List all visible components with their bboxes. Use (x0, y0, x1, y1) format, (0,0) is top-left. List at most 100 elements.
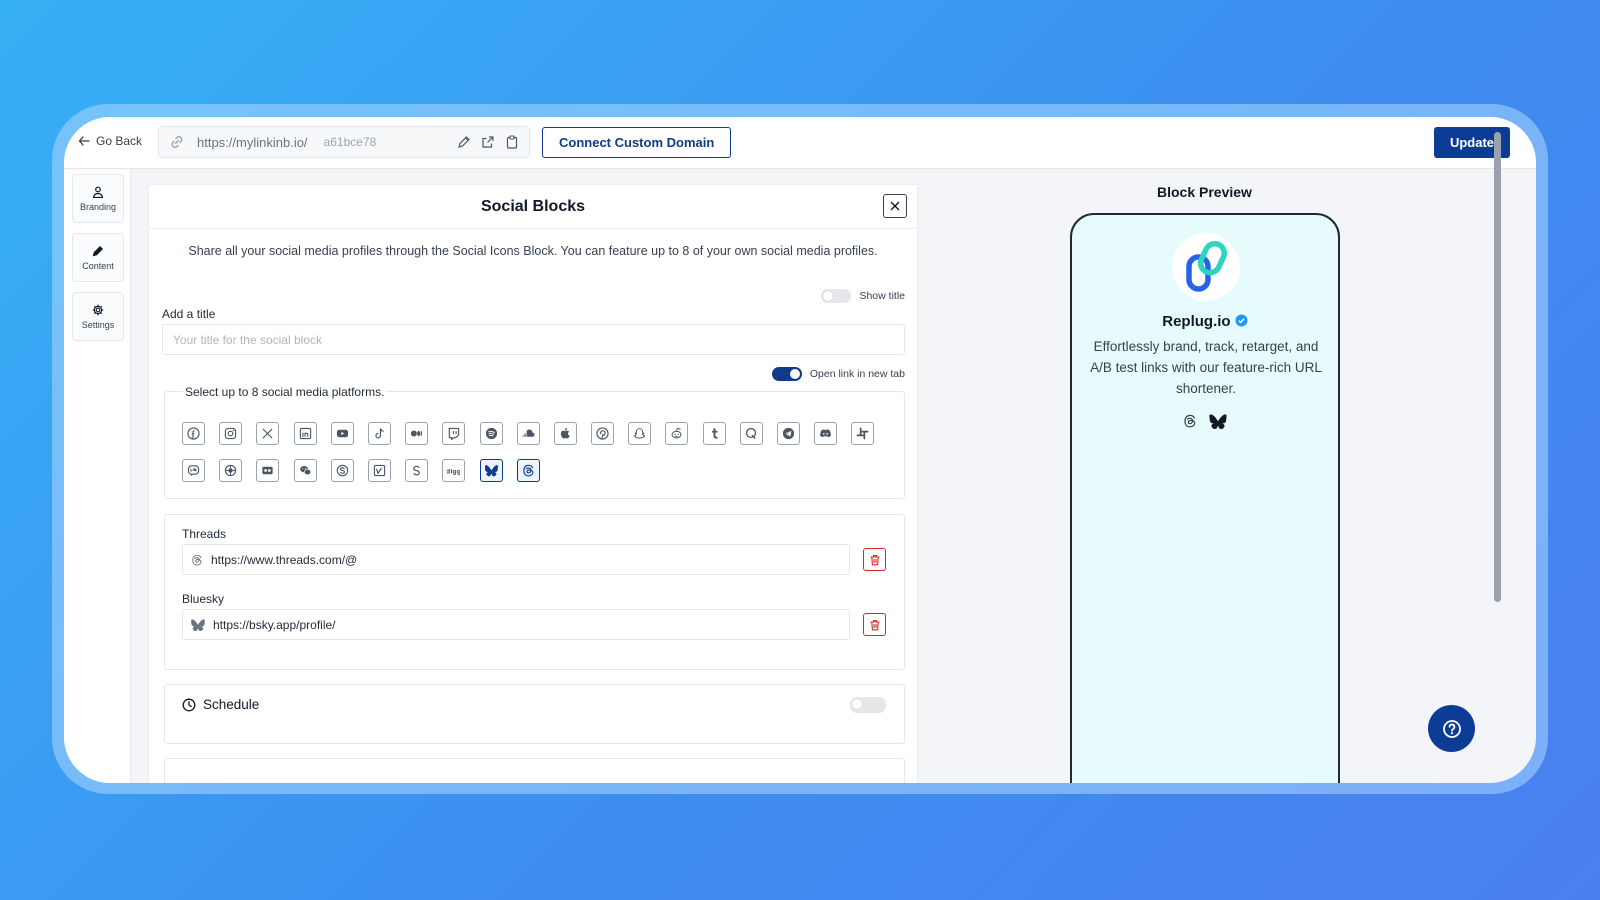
bluesky-url-input[interactable] (213, 617, 849, 632)
platform-threads[interactable] (516, 459, 540, 482)
delete-threads-button[interactable] (863, 548, 886, 571)
platform-skype[interactable] (330, 459, 354, 482)
platform-x[interactable] (256, 422, 280, 445)
platform-digg[interactable]: digg (442, 459, 466, 482)
top-bar: Go Back https://mylinkinb.io/ a61bce78 C… (64, 117, 1536, 169)
quora-icon (745, 427, 756, 440)
line-icon (187, 465, 200, 476)
platform-linkedin[interactable] (293, 422, 317, 445)
threads-url-input[interactable] (211, 552, 849, 567)
close-button[interactable] (883, 194, 907, 218)
platform-skype-s[interactable] (405, 459, 429, 482)
link-label-threads: Threads (182, 527, 227, 541)
threads-icon (192, 554, 202, 565)
platform-telegram[interactable] (777, 422, 800, 445)
platform-slack[interactable] (851, 422, 875, 445)
rail-item-settings[interactable]: Settings (72, 292, 124, 341)
platform-snapchat[interactable] (628, 422, 652, 445)
rail-item-branding[interactable]: Branding (72, 174, 124, 223)
rail-item-content[interactable]: Content (72, 233, 124, 282)
vimeo-icon (373, 464, 386, 477)
platform-reddit[interactable] (665, 422, 689, 445)
platform-twitch[interactable] (442, 422, 466, 445)
bluesky-icon (191, 618, 205, 631)
wechat-moments-icon (225, 464, 237, 477)
platform-flickr[interactable] (256, 459, 280, 482)
platform-icon-grid: digg (182, 422, 875, 482)
pinterest-icon (596, 427, 609, 440)
brand-name-row: Replug.io (1072, 313, 1338, 330)
show-title-toggle[interactable] (821, 289, 852, 303)
spotify-icon (485, 427, 497, 440)
platform-medium[interactable] (405, 422, 429, 445)
brand-name: Replug.io (1162, 313, 1231, 330)
clipboard-icon[interactable] (505, 135, 519, 149)
trash-icon (870, 619, 879, 630)
brand-logo (1172, 233, 1240, 301)
gear-icon (92, 304, 104, 315)
snapchat-icon (633, 428, 646, 439)
next-section (164, 758, 905, 783)
social-blocks-panel: Social Blocks Share all your social medi… (148, 184, 918, 783)
connect-custom-domain-button[interactable]: Connect Custom Domain (542, 127, 732, 158)
show-title-label: Show title (859, 290, 905, 302)
threads-icon[interactable] (1183, 414, 1197, 428)
platform-wechat[interactable] (293, 459, 317, 482)
title-input[interactable] (162, 324, 905, 355)
platform-pinterest[interactable] (591, 422, 615, 445)
youtube-icon (336, 429, 348, 438)
telegram-icon (782, 427, 795, 440)
platform-discord[interactable] (814, 422, 838, 445)
edit-icon[interactable] (457, 135, 471, 149)
platform-tumblr[interactable] (702, 422, 726, 445)
platform-bluesky[interactable] (479, 459, 503, 482)
platform-apple[interactable] (553, 422, 577, 445)
help-button[interactable] (1428, 705, 1475, 752)
delete-bluesky-button[interactable] (863, 613, 886, 636)
threads-url-field[interactable] (182, 544, 850, 575)
schedule-header: Schedule (182, 697, 259, 712)
tiktok-icon (375, 428, 384, 439)
app-window: Go Back https://mylinkinb.io/ a61bce78 C… (64, 117, 1536, 783)
medium-icon (411, 430, 423, 437)
url-box: https://mylinkinb.io/ a61bce78 (158, 126, 530, 158)
platform-instagram[interactable] (219, 422, 243, 445)
skype-icon (336, 464, 349, 477)
phone-preview: Replug.io Effortlessly brand, track, ret… (1070, 213, 1340, 783)
instagram-icon (225, 427, 237, 440)
open-new-tab-label: Open link in new tab (809, 368, 905, 380)
platform-tiktok[interactable] (367, 422, 391, 445)
platform-wechat-moments[interactable] (219, 459, 243, 482)
brand-description: Effortlessly brand, track, retarget, and… (1090, 339, 1322, 396)
panel-title: Social Blocks (480, 197, 586, 215)
tumblr-icon (711, 428, 718, 439)
platform-soundcloud[interactable] (516, 422, 540, 445)
platform-facebook[interactable] (182, 422, 205, 445)
digg-icon: digg (447, 468, 460, 475)
schedule-toggle[interactable] (850, 697, 886, 713)
open-new-tab-toggle[interactable] (771, 367, 802, 381)
platform-youtube[interactable] (330, 422, 354, 445)
clock-icon (182, 698, 196, 711)
rail-item-label: Content (82, 260, 114, 271)
bluesky-icon (484, 465, 498, 477)
platform-vimeo[interactable] (367, 459, 391, 482)
preview-social-icons (1072, 414, 1338, 429)
external-link-icon[interactable] (481, 135, 495, 149)
platform-spotify[interactable] (479, 422, 503, 445)
platform-line[interactable] (182, 459, 205, 482)
go-back-button[interactable]: Go Back (78, 134, 142, 148)
panel-header: Social Blocks (149, 185, 917, 229)
verified-badge-icon (1235, 314, 1248, 327)
linkedin-icon (299, 427, 311, 440)
schedule-label: Schedule (203, 697, 260, 712)
url-slug[interactable]: a61bce78 (324, 135, 377, 149)
add-title-label: Add a title (162, 307, 216, 321)
bluesky-url-field[interactable] (182, 609, 850, 640)
go-back-label: Go Back (96, 134, 143, 148)
bluesky-icon[interactable] (1209, 414, 1227, 429)
replug-logo-icon (1186, 240, 1228, 292)
platform-quora[interactable] (739, 422, 763, 445)
page-scrollbar[interactable] (1494, 132, 1501, 602)
facebook-icon (187, 427, 200, 440)
